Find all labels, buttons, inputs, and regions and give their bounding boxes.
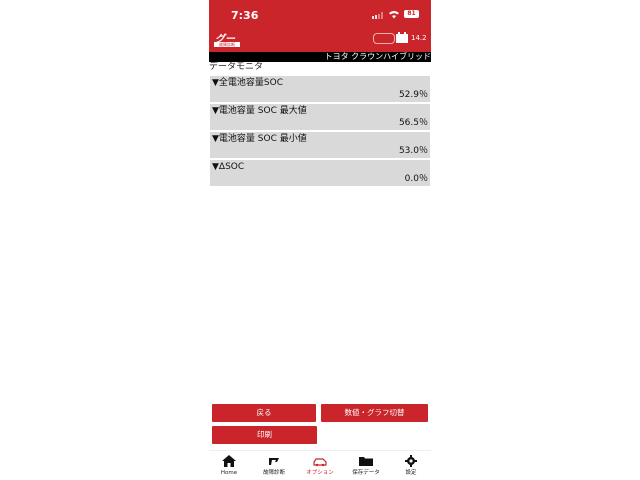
option-car-icon bbox=[313, 458, 327, 467]
value-graph-toggle-button[interactable]: 数値・グラフ切替 bbox=[321, 404, 428, 422]
item-value: 56.5％ bbox=[398, 118, 428, 128]
list-item[interactable]: ▼電池容量 SOC 最大値 56.5％ bbox=[210, 104, 430, 130]
brand-logo: グー 故障診断 bbox=[213, 30, 243, 48]
list-item[interactable]: ▼全電池容量SOC 52.9％ bbox=[210, 76, 430, 102]
item-value: 0.0％ bbox=[404, 174, 428, 184]
item-label: ▼ΔSOC bbox=[212, 162, 245, 172]
back-button[interactable]: 戻る bbox=[212, 404, 316, 422]
voltage-readout: 14.2 bbox=[411, 34, 427, 42]
list-item[interactable]: ▼ΔSOC 0.0％ bbox=[210, 160, 430, 186]
bottom-nav: Home 故障診断 オプション 保存データ 設定 bbox=[209, 450, 431, 480]
signal-icon bbox=[372, 12, 384, 19]
folder-icon bbox=[359, 457, 373, 466]
print-button[interactable]: 印刷 bbox=[212, 426, 317, 444]
nav-settings[interactable]: 設定 bbox=[391, 455, 431, 477]
nav-label: オプション bbox=[306, 470, 334, 476]
gear-icon bbox=[405, 455, 417, 467]
nav-home[interactable]: Home bbox=[209, 455, 249, 477]
nav-label: 設定 bbox=[405, 470, 417, 476]
section-title: データモニタ bbox=[209, 62, 264, 72]
phone-screen: 7:36 81 グー 故障診断 14.2 トヨタ クラウンハイブリッド データモ… bbox=[209, 0, 431, 480]
car-connection-icon bbox=[373, 33, 395, 44]
list-item[interactable]: ▼電池容量 SOC 最小値 53.0％ bbox=[210, 132, 430, 158]
nav-label: 故障診断 bbox=[262, 470, 285, 476]
vehicle-name: トヨタ クラウンハイブリッド bbox=[324, 52, 431, 61]
data-monitor-list: ▼全電池容量SOC 52.9％ ▼電池容量 SOC 最大値 56.5％ ▼電池容… bbox=[210, 76, 430, 188]
item-value: 52.9％ bbox=[398, 90, 428, 100]
item-value: 53.0％ bbox=[398, 146, 428, 156]
diagnosis-icon bbox=[269, 458, 279, 465]
battery-level: 81 bbox=[404, 10, 419, 18]
item-label: ▼全電池容量SOC bbox=[212, 78, 284, 88]
car-battery-icon bbox=[396, 32, 408, 43]
brand-subtitle: 故障診断 bbox=[214, 42, 240, 47]
status-time: 7:36 bbox=[231, 9, 259, 22]
nav-diagnosis[interactable]: 故障診断 bbox=[254, 455, 294, 477]
nav-saved-data[interactable]: 保存データ bbox=[346, 455, 386, 477]
nav-option[interactable]: オプション bbox=[300, 455, 340, 477]
item-label: ▼電池容量 SOC 最小値 bbox=[212, 134, 307, 144]
wifi-icon bbox=[389, 11, 399, 19]
home-icon bbox=[222, 455, 236, 467]
app-header: 7:36 81 グー 故障診断 14.2 bbox=[209, 0, 431, 52]
nav-label: 保存データ bbox=[352, 470, 380, 476]
nav-label: Home bbox=[220, 470, 238, 476]
item-label: ▼電池容量 SOC 最大値 bbox=[212, 106, 307, 116]
